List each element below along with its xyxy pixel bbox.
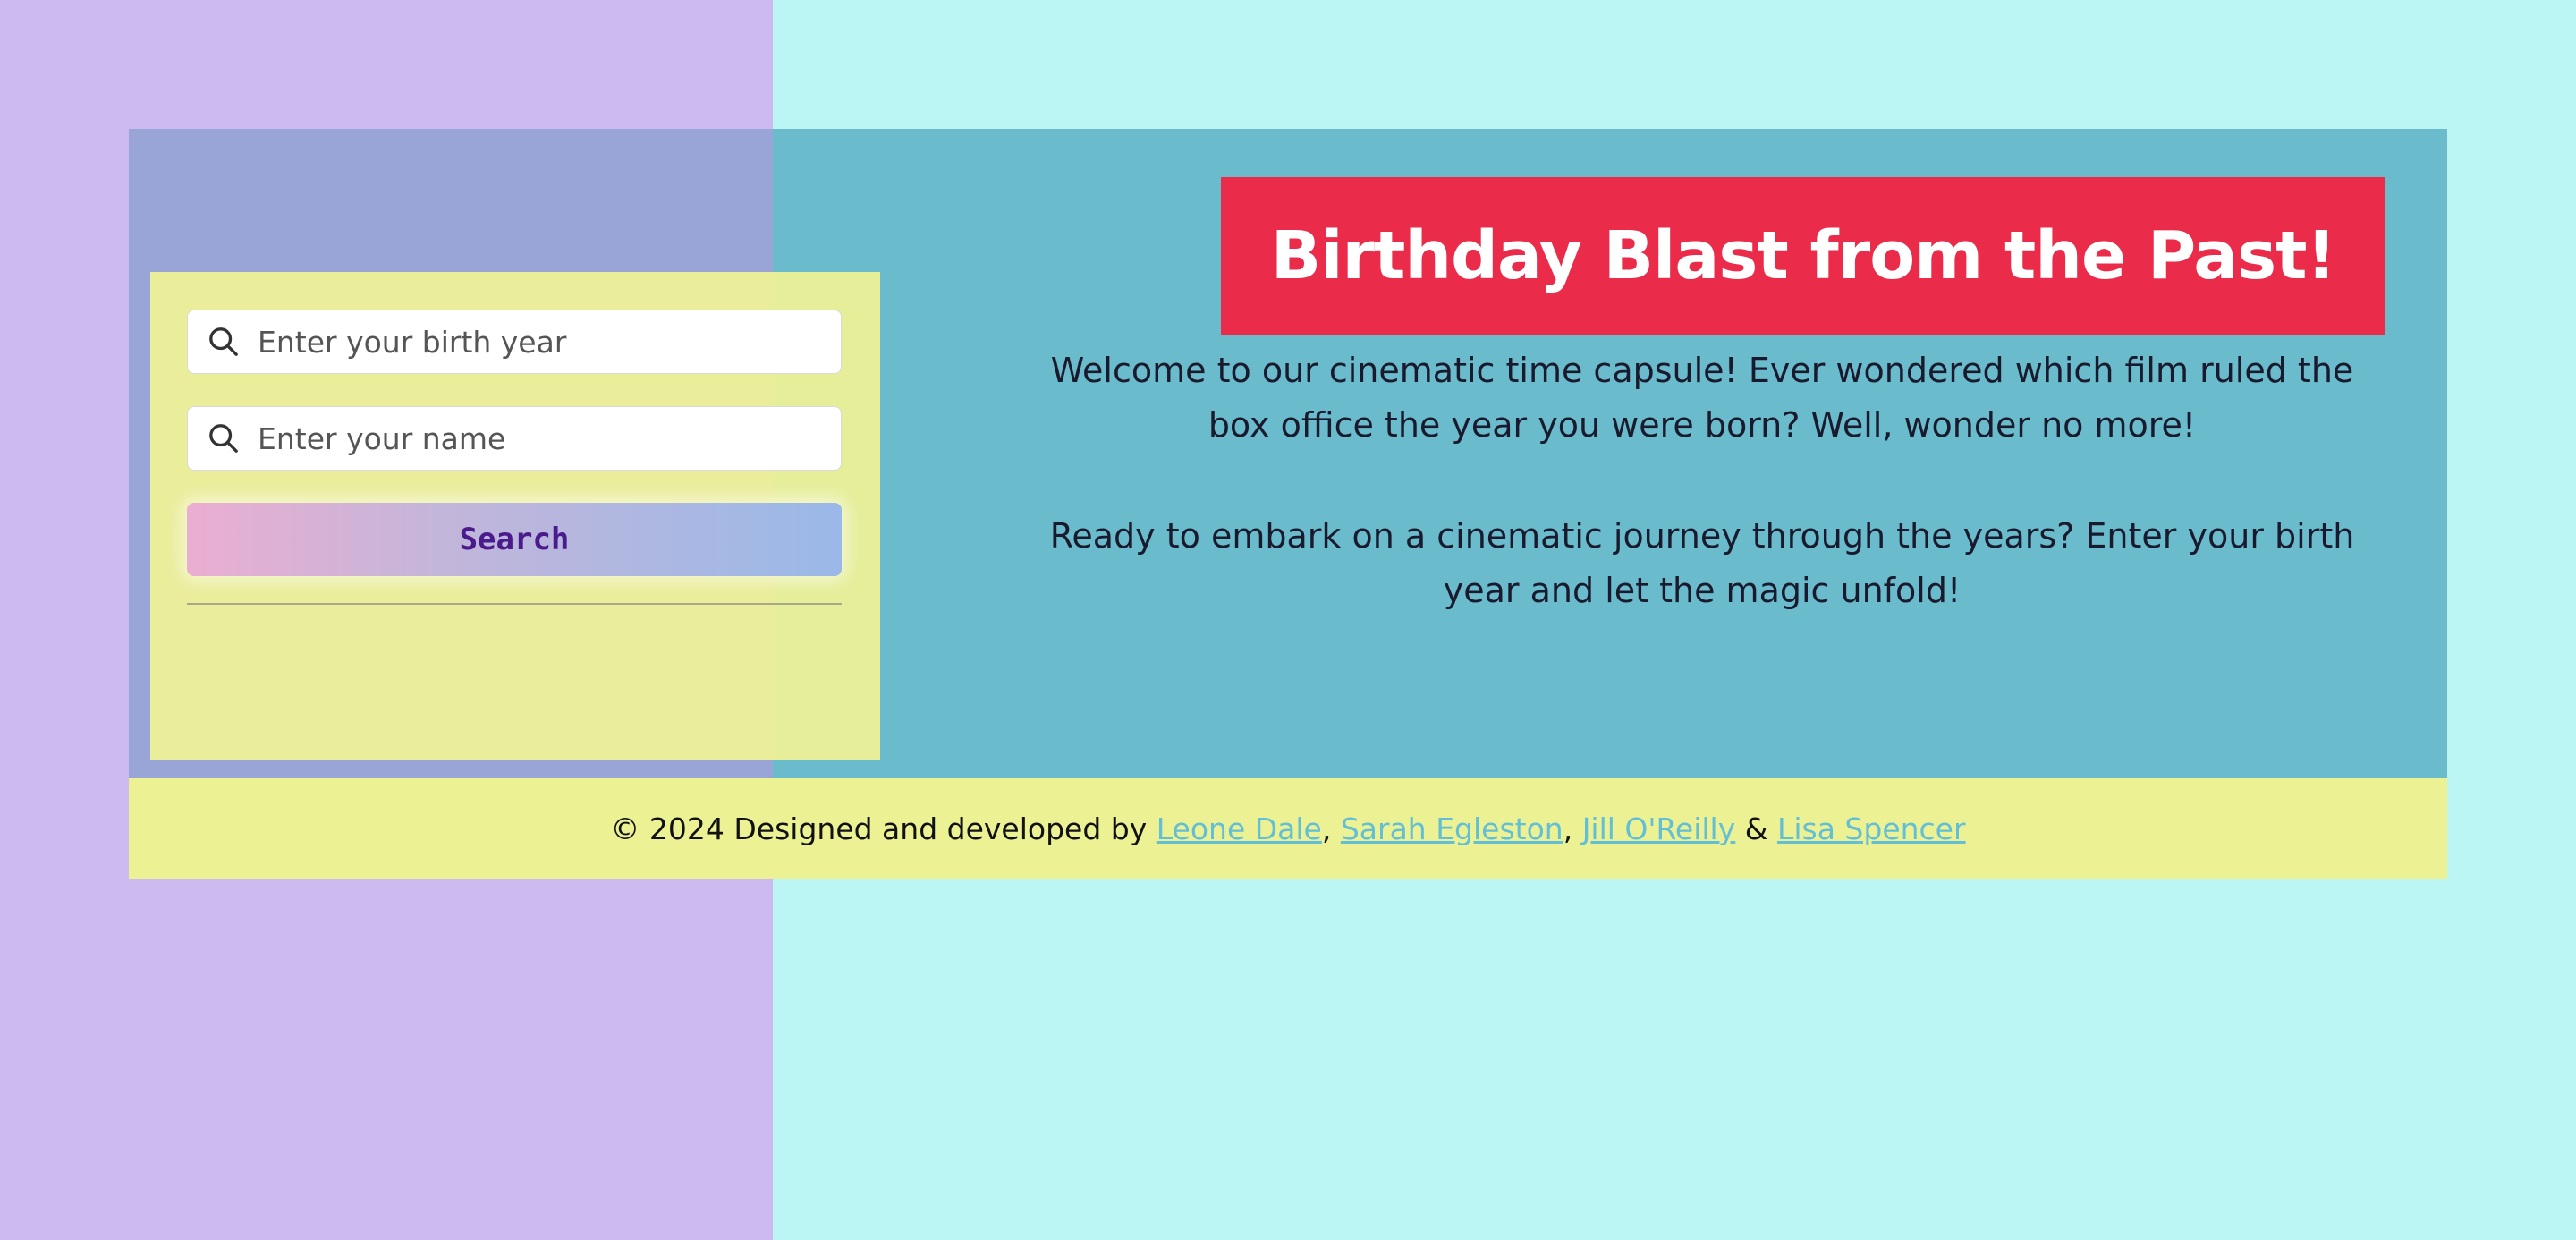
author-link-lisa-spencer[interactable]: Lisa Spencer bbox=[1777, 811, 1966, 846]
search-icon bbox=[209, 424, 238, 453]
author-link-sarah-egleston[interactable]: Sarah Egleston bbox=[1341, 811, 1563, 846]
name-field[interactable] bbox=[187, 406, 842, 471]
author-separator: , bbox=[1563, 811, 1582, 846]
birth-year-field[interactable] bbox=[187, 310, 842, 374]
name-input[interactable] bbox=[258, 420, 830, 456]
divider bbox=[187, 603, 842, 605]
author-separator: & bbox=[1735, 811, 1777, 846]
intro-paragraph-cta: Ready to embark on a cinematic journey t… bbox=[1049, 516, 2355, 610]
birth-year-input[interactable] bbox=[258, 324, 830, 360]
intro-paragraph-welcome: Welcome to our cinematic time capsule! E… bbox=[1050, 351, 2354, 445]
author-link-leone-dale[interactable]: Leone Dale bbox=[1157, 811, 1322, 846]
copyright-text: © 2024 Designed and developed by bbox=[610, 811, 1157, 846]
title-banner: Birthday Blast from the Past! bbox=[1221, 177, 2385, 335]
footer: © 2024 Designed and developed by Leone D… bbox=[129, 778, 2447, 879]
search-form: Search bbox=[150, 272, 880, 760]
search-icon bbox=[209, 327, 238, 356]
author-separator: , bbox=[1321, 811, 1341, 846]
intro-text: Welcome to our cinematic time capsule! E… bbox=[1020, 344, 2385, 675]
page-title: Birthday Blast from the Past! bbox=[1270, 217, 2337, 294]
author-link-jill-oreilly[interactable]: Jill O'Reilly bbox=[1582, 811, 1736, 846]
search-button[interactable]: Search bbox=[187, 503, 842, 576]
